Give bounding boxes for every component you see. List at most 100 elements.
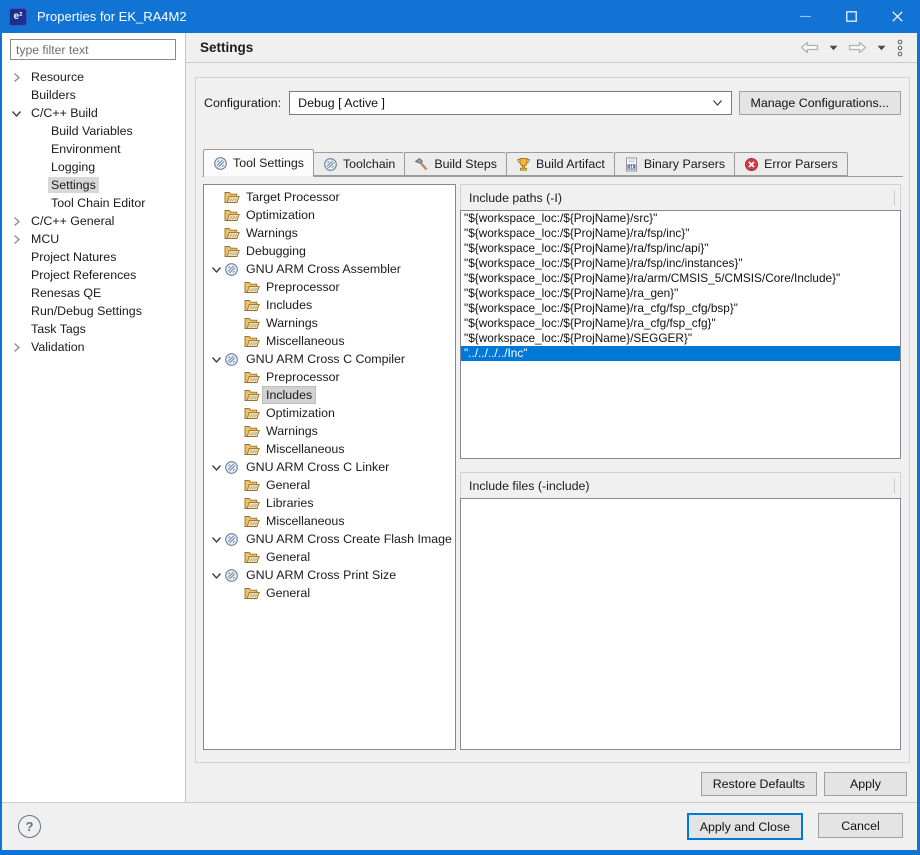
chevron-collapsed-icon[interactable] — [10, 340, 28, 354]
tool-tree-item-optimization[interactable]: Optimization — [204, 404, 455, 422]
include-path-row-9[interactable]: "../../../../Inc" — [461, 346, 900, 361]
tool-tree-item-general[interactable]: General — [204, 548, 455, 566]
include-paths-delete-item-button[interactable] — [799, 188, 820, 207]
tool-tree-item-gnu-arm-cross-print-size[interactable]: GNU ARM Cross Print Size — [204, 566, 455, 584]
tool-tree-item-warnings[interactable]: Warnings — [204, 224, 455, 242]
tree-expand-icon[interactable] — [30, 178, 48, 192]
tree-expand-icon[interactable] — [30, 196, 48, 210]
include-path-row-2[interactable]: "${workspace_loc:/${ProjName}/ra/fsp/inc… — [461, 241, 900, 256]
tree-expand-icon[interactable] — [10, 268, 28, 282]
tool-tree-item-libraries[interactable]: Libraries — [204, 494, 455, 512]
include-paths-add-item-button[interactable] — [775, 188, 796, 207]
titlebar[interactable]: e² Properties for EK_RA4M2 — [0, 0, 920, 33]
tool-tree-item-miscellaneous[interactable]: Miscellaneous — [204, 332, 455, 350]
sidebar-item-tool-chain-editor[interactable]: Tool Chain Editor — [2, 194, 185, 212]
include-path-row-0[interactable]: "${workspace_loc:/${ProjName}/src}" — [461, 211, 900, 226]
tool-tree-item-includes[interactable]: Includes — [204, 386, 455, 404]
sidebar-item-c-c-build[interactable]: C/C++ Build — [2, 104, 185, 122]
tool-tree-item-warnings[interactable]: Warnings — [204, 314, 455, 332]
tree-expand-icon[interactable] — [10, 250, 28, 264]
tree-expand-icon[interactable] — [30, 124, 48, 138]
minimize-button[interactable] — [782, 0, 828, 33]
sidebar-item-environment[interactable]: Environment — [2, 140, 185, 158]
forward-history-dropdown[interactable] — [877, 45, 886, 51]
tool-tree-item-preprocessor[interactable]: Preprocessor — [204, 368, 455, 386]
manage-configurations-button[interactable]: Manage Configurations... — [739, 91, 901, 115]
include-files-list[interactable] — [460, 498, 901, 750]
tool-tree-item-target-processor[interactable]: Target Processor — [204, 188, 455, 206]
sidebar-item-task-tags[interactable]: Task Tags — [2, 320, 185, 338]
close-button[interactable] — [874, 0, 920, 33]
chevron-expanded-icon[interactable] — [208, 263, 224, 276]
tool-tree-item-gnu-arm-cross-create-flash-image[interactable]: GNU ARM Cross Create Flash Image — [204, 530, 455, 548]
include-path-row-6[interactable]: "${workspace_loc:/${ProjName}/ra_cfg/fsp… — [461, 301, 900, 316]
tool-tree-item-warnings[interactable]: Warnings — [204, 422, 455, 440]
tool-tree-item-general[interactable]: General — [204, 476, 455, 494]
forward-button[interactable] — [847, 40, 868, 55]
chevron-collapsed-icon[interactable] — [10, 232, 28, 246]
tab-error-parsers[interactable]: Error Parsers — [734, 152, 848, 176]
tool-tree-item-gnu-arm-cross-c-linker[interactable]: GNU ARM Cross C Linker — [204, 458, 455, 476]
tab-build-steps[interactable]: Build Steps — [404, 152, 506, 176]
tool-tree-item-miscellaneous[interactable]: Miscellaneous — [204, 512, 455, 530]
sidebar-item-mcu[interactable]: MCU — [2, 230, 185, 248]
include-path-row-5[interactable]: "${workspace_loc:/${ProjName}/ra_gen}" — [461, 286, 900, 301]
tab-binary-parsers[interactable]: 010 Binary Parsers — [614, 152, 734, 176]
tool-tree-item-preprocessor[interactable]: Preprocessor — [204, 278, 455, 296]
view-menu-button[interactable] — [895, 38, 905, 58]
chevron-collapsed-icon[interactable] — [10, 70, 28, 84]
include-path-row-3[interactable]: "${workspace_loc:/${ProjName}/ra/fsp/inc… — [461, 256, 900, 271]
tree-expand-icon[interactable] — [10, 304, 28, 318]
tool-tree-item-miscellaneous[interactable]: Miscellaneous — [204, 440, 455, 458]
include-paths-list[interactable]: "${workspace_loc:/${ProjName}/src}" "${w… — [460, 210, 901, 459]
tab-toolchain[interactable]: Toolchain — [314, 152, 404, 176]
tree-expand-icon[interactable] — [10, 88, 28, 102]
include-paths-move-up-button[interactable] — [847, 188, 868, 207]
chevron-expanded-icon[interactable] — [10, 106, 28, 120]
sidebar-item-validation[interactable]: Validation — [2, 338, 185, 356]
chevron-expanded-icon[interactable] — [208, 533, 224, 546]
cancel-button[interactable]: Cancel — [818, 813, 903, 838]
include-files-add-item-button[interactable] — [775, 476, 796, 495]
include-path-row-8[interactable]: "${workspace_loc:/${ProjName}/SEGGER}" — [461, 331, 900, 346]
tree-expand-icon[interactable] — [30, 142, 48, 156]
filter-input[interactable] — [10, 39, 176, 60]
sidebar-item-logging[interactable]: Logging — [2, 158, 185, 176]
sidebar-item-renesas-qe[interactable]: Renesas QE — [2, 284, 185, 302]
tree-expand-icon[interactable] — [10, 286, 28, 300]
tool-tree-item-gnu-arm-cross-assembler[interactable]: GNU ARM Cross Assembler — [204, 260, 455, 278]
chevron-expanded-icon[interactable] — [208, 353, 224, 366]
tool-tree-item-optimization[interactable]: Optimization — [204, 206, 455, 224]
include-path-row-4[interactable]: "${workspace_loc:/${ProjName}/ra/arm/CMS… — [461, 271, 900, 286]
help-button[interactable]: ? — [18, 815, 41, 838]
chevron-expanded-icon[interactable] — [208, 461, 224, 474]
sidebar-item-project-references[interactable]: Project References — [2, 266, 185, 284]
include-paths-edit-item-button[interactable] — [823, 188, 844, 207]
apply-button[interactable]: Apply — [824, 772, 907, 796]
back-button[interactable] — [799, 40, 820, 55]
tree-expand-icon[interactable] — [30, 160, 48, 174]
tab-tool-settings[interactable]: Tool Settings — [203, 149, 314, 177]
include-path-row-1[interactable]: "${workspace_loc:/${ProjName}/ra/fsp/inc… — [461, 226, 900, 241]
back-history-dropdown[interactable] — [829, 45, 838, 51]
sidebar-item-resource[interactable]: Resource — [2, 68, 185, 86]
maximize-button[interactable] — [828, 0, 874, 33]
tool-tree-item-includes[interactable]: Includes — [204, 296, 455, 314]
sidebar-item-run-debug-settings[interactable]: Run/Debug Settings — [2, 302, 185, 320]
restore-defaults-button[interactable]: Restore Defaults — [701, 772, 817, 796]
tool-tree-item-debugging[interactable]: Debugging — [204, 242, 455, 260]
chevron-collapsed-icon[interactable] — [10, 214, 28, 228]
sidebar-item-builders[interactable]: Builders — [2, 86, 185, 104]
tree-expand-icon[interactable] — [10, 322, 28, 336]
sidebar-item-c-c-general[interactable]: C/C++ General — [2, 212, 185, 230]
include-path-row-7[interactable]: "${workspace_loc:/${ProjName}/ra_cfg/fsp… — [461, 316, 900, 331]
configuration-select[interactable]: Debug [ Active ] — [289, 91, 731, 115]
chevron-expanded-icon[interactable] — [208, 569, 224, 582]
sidebar-item-project-natures[interactable]: Project Natures — [2, 248, 185, 266]
sidebar-item-build-variables[interactable]: Build Variables — [2, 122, 185, 140]
tab-build-artifact[interactable]: Build Artifact — [506, 152, 614, 176]
sidebar-item-settings[interactable]: Settings — [2, 176, 185, 194]
tool-tree-item-gnu-arm-cross-c-compiler[interactable]: GNU ARM Cross C Compiler — [204, 350, 455, 368]
apply-and-close-button[interactable]: Apply and Close — [687, 813, 803, 840]
tool-tree-item-general[interactable]: General — [204, 584, 455, 602]
